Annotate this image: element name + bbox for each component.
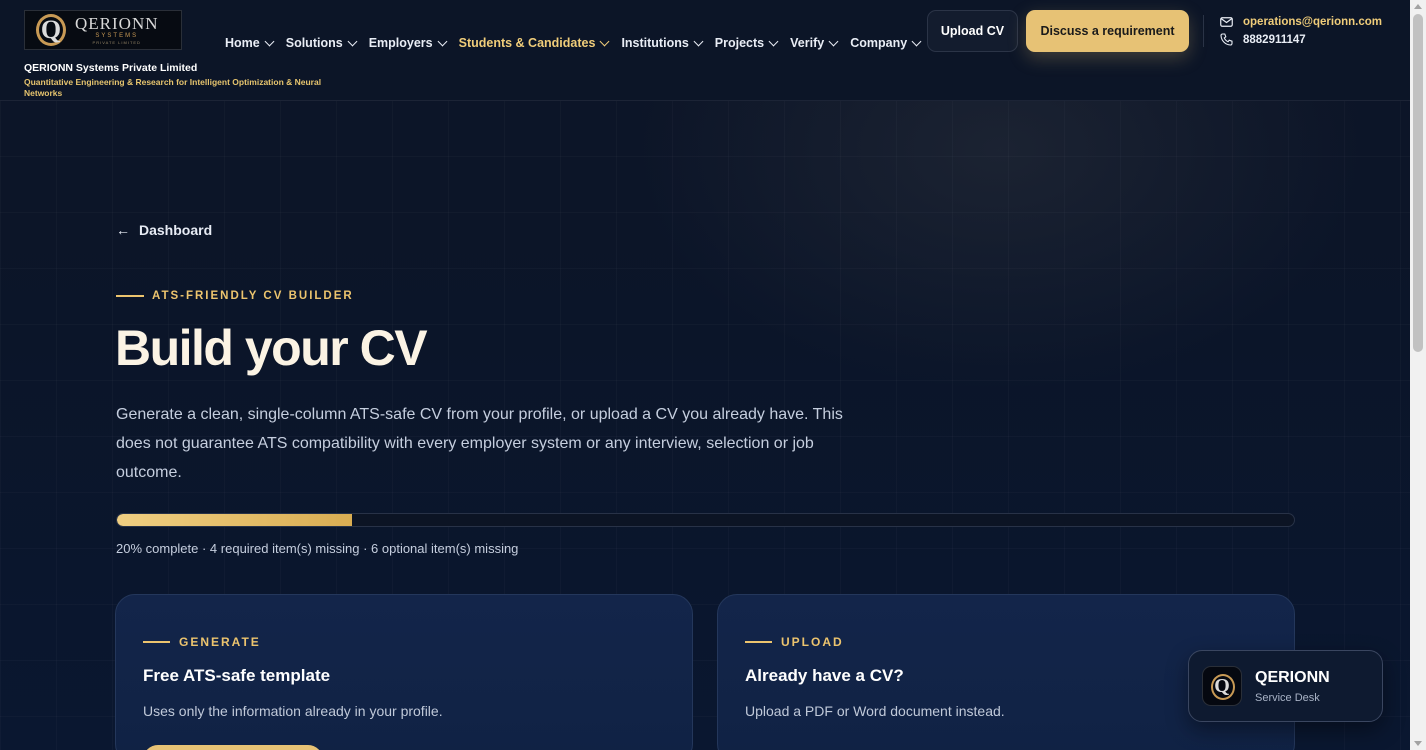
chevron-down-icon (264, 36, 275, 46)
nav-item-institutions[interactable]: Institutions (621, 34, 704, 52)
card-eyebrow: GENERATE (143, 635, 261, 649)
card-description: Uses only the information already in you… (143, 703, 443, 719)
logo-wordmark: QERIONN SYSTEMS PRIVATE LIMITED (75, 15, 159, 45)
card-description: Upload a PDF or Word document instead. (745, 703, 1005, 719)
scroll-up-arrow-icon[interactable] (1414, 4, 1422, 9)
nav-item-solutions[interactable]: Solutions (285, 34, 358, 52)
logo-q-icon: Q (33, 12, 69, 48)
desk-text: QERIONN Service Desk (1255, 669, 1330, 704)
progress-fill (117, 514, 353, 526)
contact-phone[interactable]: 8882911147 (1220, 33, 1306, 46)
eyebrow-line (143, 641, 170, 643)
card-eyebrow-text: GENERATE (179, 635, 261, 649)
eyebrow-line (116, 295, 144, 297)
section-eyebrow: ATS-FRIENDLY CV BUILDER (116, 290, 354, 302)
nav-item-company[interactable]: Company (850, 34, 922, 52)
phone-icon (1220, 33, 1233, 46)
cv-progress-bar (116, 513, 1295, 527)
nav-item-label: Home (225, 36, 260, 50)
card-title: Free ATS-safe template (143, 666, 331, 685)
brand-logo[interactable]: Q QERIONN SYSTEMS PRIVATE LIMITED (24, 10, 182, 50)
page-title: Build your CV (115, 320, 428, 376)
progress-status-text: 20% complete · 4 required item(s) missin… (116, 541, 519, 556)
chevron-down-icon (768, 36, 779, 46)
logo-sub: SYSTEMS (95, 33, 139, 39)
nav-item-projects[interactable]: Projects (714, 34, 779, 52)
nav-item-label: Verify (790, 36, 825, 50)
nav-item-label: Solutions (285, 36, 343, 50)
desk-title: QERIONN (1255, 668, 1330, 686)
nav-item-label: Students & Candidates (458, 36, 596, 50)
logo-sub2: PRIVATE LIMITED (92, 40, 141, 45)
card-title: Already have a CV? (745, 666, 904, 685)
site-header: Q QERIONN SYSTEMS PRIVATE LIMITED QERION… (0, 0, 1410, 101)
chevron-down-icon (599, 36, 610, 46)
mail-icon (1220, 17, 1233, 27)
back-link-label: Dashboard (139, 222, 213, 238)
eyebrow-text: ATS-FRIENDLY CV BUILDER (152, 290, 354, 302)
company-name: QERIONN Systems Private Limited (24, 62, 198, 74)
chevron-down-icon (347, 36, 358, 46)
desk-logo-icon: Q (1202, 666, 1242, 706)
card-eyebrow-text: UPLOAD (781, 635, 844, 649)
desk-subtitle: Service Desk (1255, 691, 1320, 704)
back-to-dashboard-link[interactable]: ← Dashboard (116, 222, 212, 238)
header-divider (1203, 15, 1204, 47)
arrow-left-icon: ← (116, 222, 130, 238)
scroll-down-arrow-icon[interactable] (1414, 741, 1422, 746)
nav-item-label: Company (850, 36, 908, 50)
card-eyebrow: UPLOAD (745, 635, 844, 649)
chevron-down-icon (437, 36, 448, 46)
scrollbar-thumb[interactable] (1413, 14, 1423, 352)
upload-cv-button[interactable]: Upload CV (927, 10, 1018, 52)
discuss-requirement-button[interactable]: Discuss a requirement (1026, 10, 1189, 52)
nav-item-label: Projects (714, 36, 765, 50)
nav-item-students-candidates[interactable]: Students & Candidates (458, 34, 610, 52)
company-tagline: Quantitative Engineering & Research for … (24, 77, 322, 98)
eyebrow-line (745, 641, 772, 643)
nav-item-verify[interactable]: Verify (790, 34, 839, 52)
chevron-down-icon (911, 36, 922, 46)
generate-card: GENERATE Free ATS-safe template Uses onl… (115, 594, 693, 750)
page-scrollbar[interactable] (1410, 0, 1426, 750)
service-desk-widget[interactable]: Q QERIONN Service Desk (1188, 650, 1383, 722)
contact-email-text: operations@qerionn.com (1243, 16, 1383, 28)
nav-item-label: Employers (368, 36, 433, 50)
page-description: Generate a clean, single-column ATS-safe… (116, 406, 843, 481)
chevron-down-icon (693, 36, 704, 46)
nav-item-home[interactable]: Home (225, 34, 275, 52)
logo-word: QERIONN (75, 14, 159, 33)
generate-cv-button[interactable] (143, 745, 323, 750)
contact-phone-text: 8882911147 (1243, 33, 1306, 46)
nav-item-label: Institutions (621, 36, 689, 50)
chevron-down-icon (828, 36, 839, 46)
nav-item-employers[interactable]: Employers (368, 34, 448, 52)
contact-email[interactable]: operations@qerionn.com (1220, 16, 1382, 28)
main-nav: Home Solutions Employers Students & Cand… (225, 34, 933, 52)
